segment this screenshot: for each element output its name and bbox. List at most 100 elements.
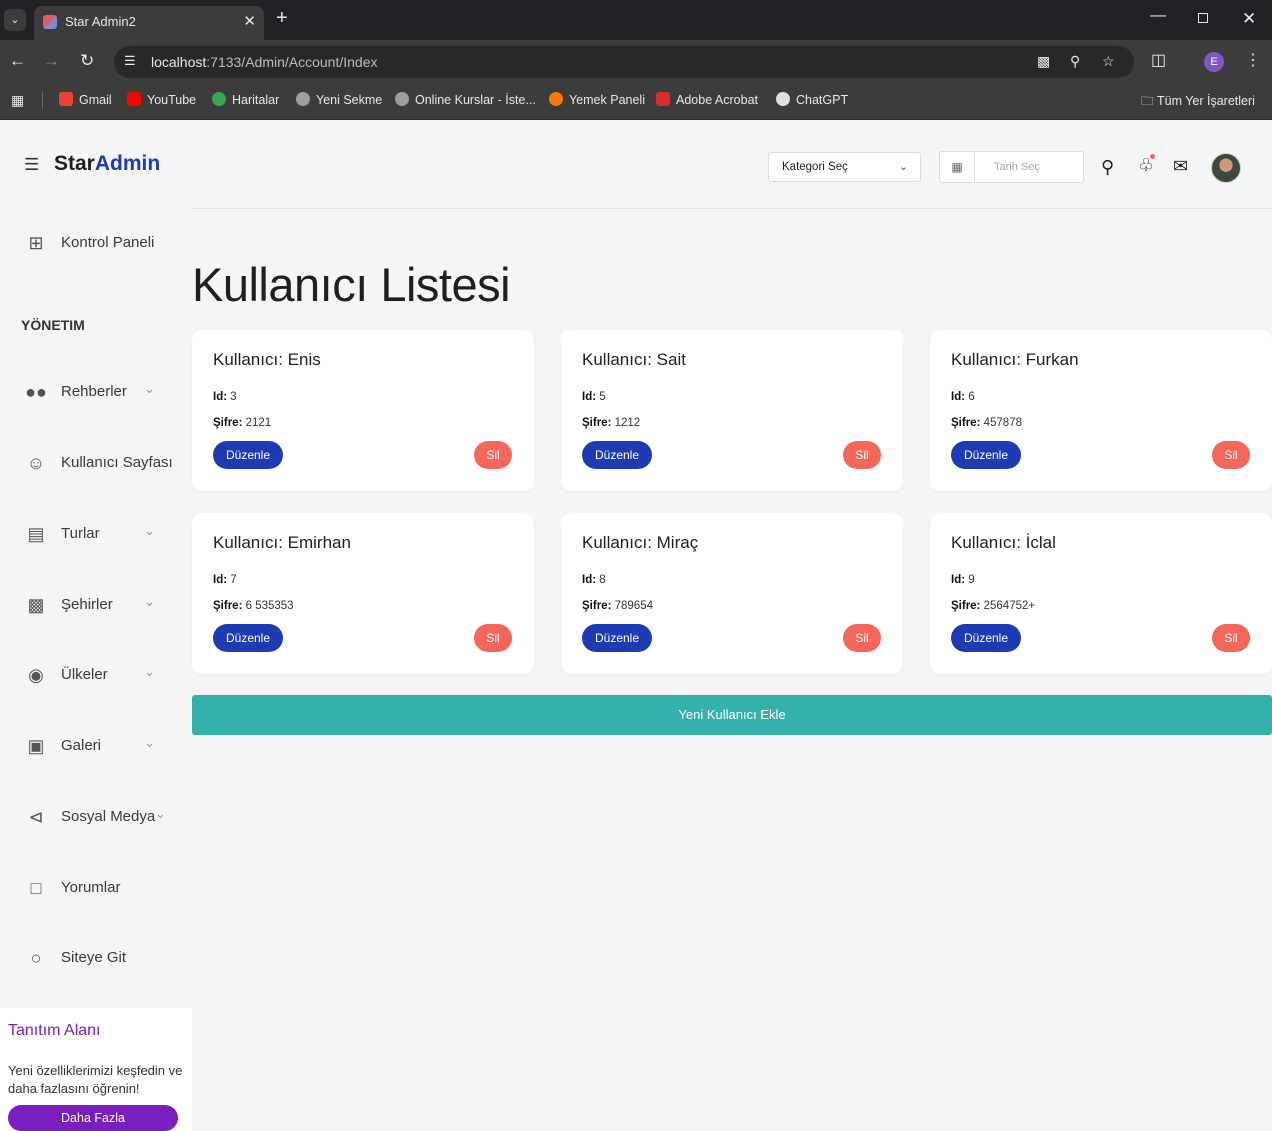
brand-part2: Admin [94, 152, 161, 175]
bookmark-youtube[interactable]: YouTube [127, 92, 196, 107]
dashboard-grid-icon: ⊞ [28, 233, 44, 253]
bookmark-new-tab[interactable]: Yeni Sekme [296, 92, 382, 107]
youtube-icon [127, 92, 141, 106]
sidebar-item-go-to-site[interactable]: ○ Siteye Git [24, 946, 192, 970]
page-title: Kullanıcı Listesi [192, 258, 511, 311]
folder-icon: 🗀 [1141, 94, 1157, 108]
back-icon[interactable]: ← [9, 51, 26, 71]
sidebar-item-social-media[interactable]: ⊲ Sosyal Medya ⌄ [24, 805, 192, 829]
password-label: Şifre: [213, 417, 243, 429]
bookmark-label: Yeni Sekme [316, 93, 383, 107]
brand-logo[interactable]: StarAdmin [54, 152, 160, 176]
user-id: 6 [968, 391, 975, 403]
sidebar-item-label: Rehberler [61, 383, 127, 400]
user-password: 2121 [245, 417, 272, 429]
new-tab-icon[interactable]: + [276, 7, 288, 30]
delete-button[interactable]: Sil [474, 624, 512, 652]
category-select[interactable]: Kategori Seç ⌄ [768, 152, 921, 182]
chevron-down-icon: ⌄ [144, 735, 155, 750]
edit-button[interactable]: Düzenle [951, 624, 1021, 652]
bookmark-adobe[interactable]: Adobe Acrobat [656, 92, 758, 107]
all-bookmarks[interactable]: 🗀 Tüm Yer İşaretleri [1141, 92, 1255, 113]
delete-button[interactable]: Sil [1212, 441, 1250, 469]
edit-button[interactable]: Düzenle [582, 624, 652, 652]
sidebar-item-tours[interactable]: ▤ Turlar ⌄ [24, 522, 192, 546]
user-id: 5 [599, 391, 606, 403]
bookmarks-divider [42, 92, 43, 109]
sidebar: ☰ StarAdmin ⊞ Kontrol Paneli YÖNETIM ●● … [0, 121, 192, 1131]
delete-button[interactable]: Sil [843, 441, 881, 469]
promo-box: Tanıtım Alanı Yeni özelliklerimizi keşfe… [0, 1008, 192, 1131]
window-close-icon[interactable]: ✕ [1242, 9, 1256, 29]
user-password-line: Şifre: 2564752+ [951, 600, 1035, 612]
bookmark-online-courses[interactable]: Online Kurslar - İste... [395, 92, 536, 107]
extensions-icon[interactable]: ◫ [1151, 50, 1166, 70]
site-settings-icon[interactable]: ☰ [124, 53, 136, 69]
avatar[interactable] [1211, 153, 1241, 183]
sidebar-item-label: Sosyal Medya [61, 808, 156, 825]
address-bar[interactable]: ☰ localhost:7133/Admin/Account/Index ▩ ⚲… [114, 46, 1134, 78]
translate-icon[interactable]: ▩ [1037, 53, 1050, 70]
sidebar-item-countries[interactable]: ◉ Ülkeler ⌄ [24, 663, 192, 687]
user-card: Kullanıcı: İclal Id: 9 Şifre: 2564752+ D… [930, 513, 1272, 674]
bookmark-chatgpt[interactable]: ChatGPT [776, 92, 848, 107]
acrobat-icon [656, 92, 670, 106]
bookmark-food-panel[interactable]: Yemek Paneli [549, 92, 645, 107]
edit-button[interactable]: Düzenle [951, 441, 1021, 469]
tab-search-icon[interactable]: ⌄ [4, 9, 26, 31]
browser-menu-icon[interactable]: ⋮ [1245, 50, 1261, 70]
sidebar-item-dashboard[interactable]: ⊞ Kontrol Paneli [24, 231, 192, 255]
user-id-line: Id: 8 [582, 574, 606, 586]
tab-close-icon[interactable]: ✕ [243, 12, 256, 30]
edit-button[interactable]: Düzenle [213, 624, 283, 652]
app-topbar: Kategori Seç ⌄ ▦ ⚲ ♧ ✉ [192, 121, 1272, 209]
mail-icon[interactable]: ✉ [1173, 156, 1188, 177]
globe-icon: ◉ [28, 665, 44, 685]
user-id-line: Id: 7 [213, 574, 237, 586]
sidebar-item-label: Galeri [61, 737, 102, 754]
delete-button[interactable]: Sil [1212, 624, 1250, 652]
apps-grid-icon[interactable]: ▦ [11, 92, 24, 109]
gmail-icon [59, 92, 73, 106]
date-picker[interactable]: ▦ [939, 151, 1084, 183]
calendar-icon[interactable]: ▦ [940, 152, 975, 182]
bookmark-maps[interactable]: Haritalar [212, 92, 279, 107]
forward-icon[interactable]: → [43, 51, 60, 71]
edit-button[interactable]: Düzenle [582, 441, 652, 469]
edit-button[interactable]: Düzenle [213, 441, 283, 469]
sidebar-item-gallery[interactable]: ▣ Galeri ⌄ [24, 734, 192, 758]
promo-more-button[interactable]: Daha Fazla [8, 1105, 178, 1131]
browser-tab-strip: ⌄ Star Admin2 ✕ + — ✕ [0, 0, 1272, 40]
sidebar-item-label: Şehirler [61, 596, 113, 613]
bookmark-gmail[interactable]: Gmail [59, 92, 112, 107]
chevron-down-icon: ⌄ [144, 381, 155, 396]
bookmark-label: Adobe Acrobat [676, 93, 759, 107]
sidebar-item-user-page[interactable]: ☺ Kullanıcı Sayfası [24, 451, 192, 475]
hamburger-icon[interactable]: ☰ [24, 155, 39, 175]
user-id: 8 [599, 574, 606, 586]
share-icon: ⊲ [28, 807, 44, 827]
url-text[interactable]: localhost:7133/Admin/Account/Index [151, 54, 378, 70]
zoom-icon[interactable]: ⚲ [1070, 53, 1080, 70]
password-label: Şifre: [951, 417, 981, 429]
add-user-button[interactable]: Yeni Kullanıcı Ekle [192, 695, 1272, 735]
sidebar-item-comments[interactable]: □ Yorumlar [24, 876, 192, 900]
id-label: Id: [951, 391, 966, 403]
bookmark-star-icon[interactable]: ☆ [1102, 53, 1115, 70]
search-icon[interactable]: ⚲ [1101, 157, 1114, 178]
profile-avatar[interactable]: E [1204, 52, 1224, 72]
user-card: Kullanıcı: Sait Id: 5 Şifre: 1212 Düzenl… [561, 330, 903, 491]
reload-icon[interactable]: ↻ [80, 51, 94, 71]
maximize-icon[interactable] [1198, 13, 1208, 23]
notification-dot [1150, 154, 1155, 159]
minimize-icon[interactable]: — [1150, 7, 1166, 25]
bookmark-label: Yemek Paneli [569, 93, 645, 107]
delete-button[interactable]: Sil [843, 624, 881, 652]
sidebar-item-guides[interactable]: ●● Rehberler ⌄ [24, 380, 192, 404]
delete-button[interactable]: Sil [474, 441, 512, 469]
chevron-down-icon: ⌄ [898, 161, 908, 173]
sidebar-item-cities[interactable]: ▩ Şehirler ⌄ [24, 593, 192, 617]
chevron-down-icon: ⌄ [155, 806, 166, 821]
browser-tab[interactable]: Star Admin2 ✕ [34, 6, 264, 40]
date-input[interactable] [976, 153, 1082, 181]
